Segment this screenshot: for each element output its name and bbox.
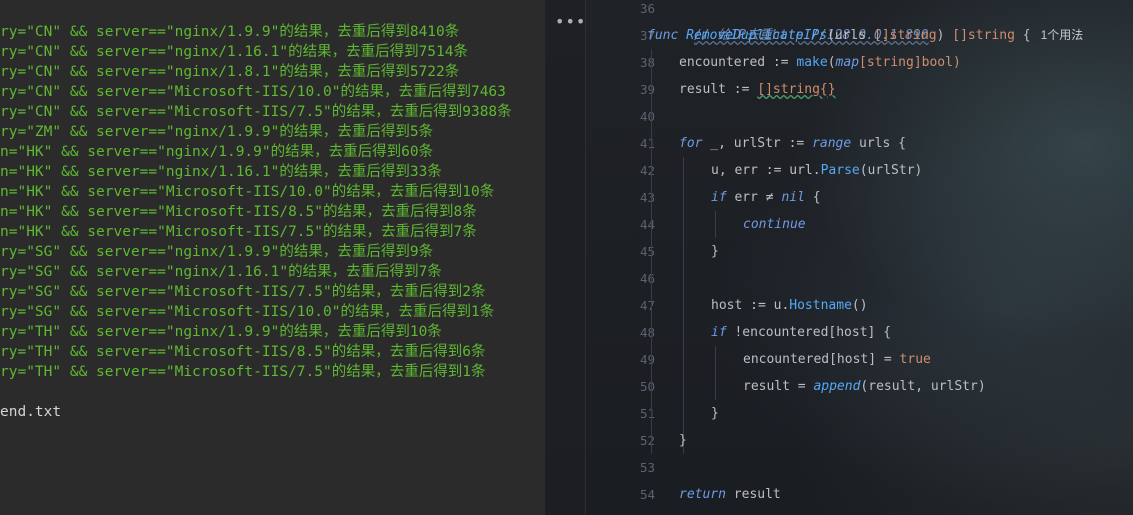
- code-token: ): [936, 28, 953, 43]
- code-token: (: [827, 55, 836, 70]
- terminal-line: ry="TH" && server=="nginx/1.9.9"的结果，去重后得…: [0, 324, 442, 340]
- terminal-line: ry="CN" && server=="nginx/1.8.1"的结果，去重后得…: [0, 64, 460, 80]
- code-token: host := u.: [711, 298, 790, 313]
- terminal-line: n="HK" && server=="Microsoft-IIS/10.0"的结…: [0, 184, 495, 200]
- literal-true: true: [899, 352, 931, 367]
- code-token: u, err :=: [711, 163, 790, 178]
- code-line-38: encountered := make(map[string]bool): [679, 49, 961, 76]
- editor-side-strip: •••: [545, 0, 586, 515]
- terminal-line: ry="TH" && server=="Microsoft-IIS/7.5"的结…: [0, 364, 486, 380]
- keyword-continue: continue: [743, 217, 806, 232]
- terminal-line: n="HK" && server=="nginx/1.16.1"的结果，去重后得…: [0, 164, 442, 180]
- terminal-line: ry="TH" && server=="Microsoft-IIS/8.5"的结…: [0, 344, 486, 360]
- code-token: }: [711, 244, 719, 259]
- keyword-func: func: [647, 28, 679, 43]
- code-token: encountered[host] =: [743, 352, 900, 367]
- indent-guide: [715, 346, 716, 400]
- terminal-panel: ry="CN" && server=="nginx/1.9.9"的结果，去重后得…: [0, 0, 545, 515]
- code-type: []string: [874, 28, 937, 43]
- code-token: {: [804, 190, 821, 205]
- code-token: _, urlStr :=: [702, 136, 813, 151]
- code-type: [string]bool): [859, 55, 961, 70]
- terminal-line: ry="CN" && server=="nginx/1.9.9"的结果，去重后得…: [0, 24, 460, 40]
- terminal-line: ry="ZM" && server=="nginx/1.9.9"的结果，去重后得…: [0, 124, 434, 140]
- keyword-if: if: [711, 325, 727, 340]
- terminal-line: ry="CN" && server=="Microsoft-IIS/7.5"的结…: [0, 104, 512, 120]
- keyword-for: for: [679, 136, 703, 151]
- code-token: result: [725, 487, 781, 502]
- keyword-map: map: [835, 55, 860, 70]
- terminal-line: n="HK" && server=="nginx/1.9.9"的结果，去重后得到…: [0, 144, 434, 160]
- code-token: urls {: [851, 136, 906, 151]
- code-token: (): [851, 298, 868, 313]
- keyword-nil: nil: [781, 190, 805, 205]
- terminal-line: n="HK" && server=="Microsoft-IIS/8.5"的结果…: [0, 204, 477, 220]
- terminal-line: ry="SG" && server=="Microsoft-IIS/7.5"的结…: [0, 284, 486, 300]
- code-token: (result, urlStr): [860, 379, 986, 394]
- code-line-50: result = append(result, urlStr): [743, 373, 986, 400]
- builtin-append: append: [813, 379, 861, 394]
- code-area[interactable]: // 给IP去重http //128.0.0.1 890 func Remove…: [645, 0, 1133, 515]
- indent-guide: [651, 49, 652, 454]
- code-line-47: host := u.Hostname(): [711, 292, 868, 319]
- code-line-49: encountered[host] = true: [743, 346, 931, 373]
- code-token: }: [679, 433, 687, 448]
- code-line-51: }: [711, 400, 719, 427]
- code-type: []string{}: [757, 82, 836, 97]
- code-line-45: }: [711, 238, 719, 265]
- terminal-line: ry="SG" && server=="nginx/1.16.1"的结果，去重后…: [0, 264, 442, 280]
- code-line-43: if err ≠ nil {: [711, 184, 821, 211]
- code-line-42: u, err := url.Parse(urlStr): [711, 157, 922, 184]
- code-token: .: [812, 163, 821, 178]
- function-name[interactable]: RemoveDuplicateIPs: [686, 28, 827, 43]
- keyword-range: range: [812, 136, 852, 151]
- code-line-48: if !encountered[host] {: [711, 319, 891, 346]
- line-number-gutter: 36 37 38 39 40 41 42 43 44 45 46 47 48 4…: [585, 0, 655, 515]
- keyword-if: if: [711, 190, 727, 205]
- more-horizontal-icon[interactable]: •••: [555, 14, 585, 30]
- code-token: encountered :=: [679, 55, 797, 70]
- terminal-line: n="HK" && server=="Microsoft-IIS/7.5"的结果…: [0, 224, 477, 240]
- terminal-line: ry="SG" && server=="nginx/1.9.9"的结果，去重后得…: [0, 244, 434, 260]
- code-token: (urlStr): [859, 163, 923, 178]
- code-type: []string: [952, 28, 1015, 43]
- code-line-36: // 给IP去重http //128.0.0.1 890: [647, 0, 929, 43]
- code-line-41: for _, urlStr := range urls {: [679, 130, 906, 157]
- method-parse: Parse: [820, 163, 860, 178]
- code-token: result :=: [679, 82, 758, 97]
- terminal-line: ry="CN" && server=="Microsoft-IIS/10.0"的…: [0, 84, 506, 100]
- code-token: }: [711, 406, 719, 421]
- code-token: err ≠: [726, 190, 782, 205]
- code-line-37: func RemoveDuplicateIPs(urls []string) […: [647, 22, 1083, 49]
- terminal-line: ry="CN" && server=="nginx/1.16.1"的结果，去重后…: [0, 44, 468, 60]
- code-line-54: return result: [679, 481, 781, 508]
- usages-hint[interactable]: 1个用法: [1041, 28, 1084, 42]
- indent-guide: [715, 211, 716, 238]
- terminal-line: ry="SG" && server=="Microsoft-IIS/10.0"的…: [0, 304, 495, 320]
- code-token: {: [1014, 28, 1031, 43]
- keyword-return: return: [679, 487, 726, 502]
- method-hostname: Hostname: [789, 298, 852, 313]
- code-token: (urls: [827, 28, 874, 43]
- code-token: result =: [743, 379, 814, 394]
- package-url: url: [789, 163, 813, 178]
- builtin-make: make: [796, 55, 828, 70]
- code-line-44: continue: [743, 211, 806, 238]
- code-editor[interactable]: ••• 36 37 38 39 40 41 42 43 44 45 46 47 …: [545, 0, 1133, 515]
- indent-guide: [683, 157, 684, 454]
- terminal-filename: end.txt: [0, 404, 62, 420]
- code-line-39: result := []string{}: [679, 76, 836, 103]
- code-line-52: }: [679, 427, 687, 454]
- code-token: !encountered[host] {: [726, 325, 892, 340]
